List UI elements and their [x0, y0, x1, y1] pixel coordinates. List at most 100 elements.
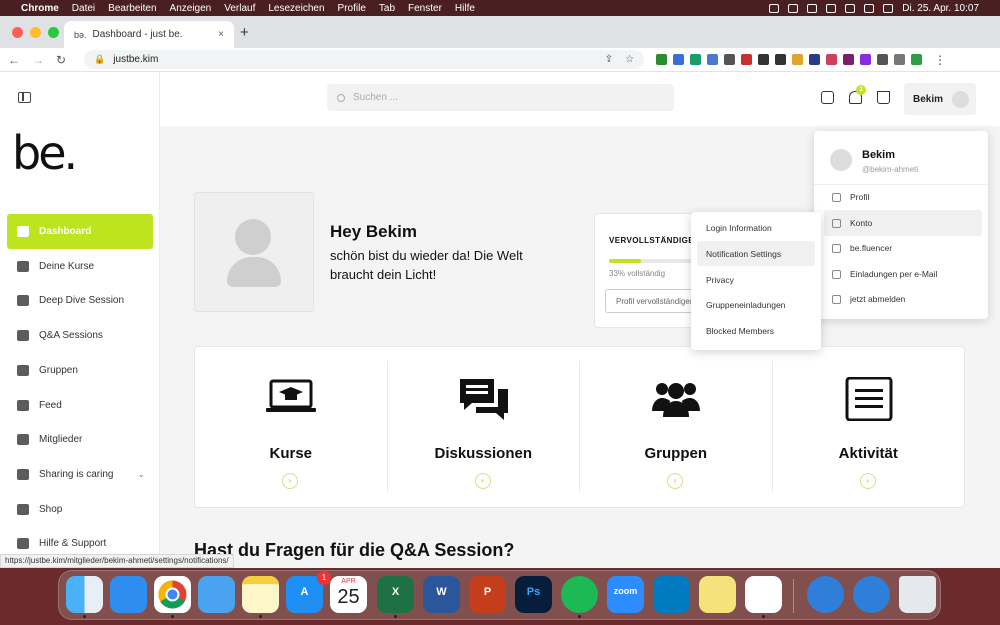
battery-icon[interactable] — [826, 3, 837, 13]
chrome-icon[interactable] — [154, 576, 191, 613]
reload-button[interactable]: ↻ — [56, 53, 66, 67]
globe-icon[interactable] — [853, 576, 890, 613]
feature-card-diskussionen[interactable]: Diskussionen › — [388, 361, 580, 493]
sidebar-item-kurse[interactable]: Deine Kurse — [7, 249, 153, 284]
menu-verlauf[interactable]: Verlauf — [224, 3, 255, 14]
submenu-privacy[interactable]: Privacy — [697, 267, 815, 292]
status-icon[interactable] — [788, 3, 799, 13]
trello-icon[interactable] — [653, 576, 690, 613]
address-bar[interactable]: 🔒 justbe.kim ⇪ ☆ — [84, 50, 645, 69]
sidebar-item-sharing[interactable]: Sharing is caring ⌄ — [7, 457, 153, 492]
word-icon[interactable]: W — [423, 576, 460, 613]
sidebar-toggle-icon[interactable] — [18, 92, 31, 103]
submenu-gruppeneinladungen[interactable]: Gruppeneinladungen — [697, 292, 815, 317]
menu-profile[interactable]: Profile — [338, 3, 366, 14]
arrow-right-icon[interactable]: › — [474, 473, 491, 489]
browser-tab[interactable]: bə. Dashboard - just be. × — [64, 21, 234, 48]
menu-item-befluencer[interactable]: be.fluencer — [824, 235, 982, 261]
chevron-down-icon[interactable]: ⌄ — [137, 469, 145, 480]
sidebar-item-gruppen[interactable]: Gruppen — [7, 353, 153, 388]
menu-tab[interactable]: Tab — [379, 3, 395, 14]
menu-bearbeiten[interactable]: Bearbeiten — [108, 3, 156, 14]
spotify-icon[interactable] — [561, 576, 598, 613]
extension-icon[interactable] — [843, 54, 855, 65]
feature-card-kurse[interactable]: Kurse › — [195, 361, 388, 493]
bookmark-star-icon[interactable]: ☆ — [625, 54, 634, 65]
control-center-icon[interactable] — [883, 3, 894, 13]
feature-card-gruppen[interactable]: Gruppen › — [580, 361, 773, 493]
menu-datei[interactable]: Datei — [72, 3, 95, 14]
menu-item-profil[interactable]: Profil — [824, 184, 982, 210]
extension-icon[interactable] — [758, 54, 770, 65]
search-input[interactable]: Suchen ... — [327, 84, 674, 111]
inbox-icon[interactable] — [821, 91, 834, 104]
excel-icon[interactable]: X — [377, 576, 414, 613]
finder-icon[interactable] — [66, 576, 103, 613]
safari-icon[interactable] — [110, 576, 147, 613]
maximize-window-icon[interactable] — [48, 27, 59, 38]
arrow-right-icon[interactable]: › — [859, 473, 876, 489]
logo[interactable]: be. — [12, 130, 78, 176]
sidebar-item-mitglieder[interactable]: Mitglieder — [7, 422, 153, 457]
wifi-icon[interactable] — [845, 3, 856, 13]
shield-icon[interactable] — [911, 54, 923, 65]
close-window-icon[interactable] — [12, 27, 23, 38]
extension-icon[interactable] — [690, 54, 702, 65]
browser-menu-icon[interactable]: ⋮ — [934, 53, 946, 67]
menu-item-einladungen[interactable]: Einladungen per e-Mail — [824, 261, 982, 287]
sidebar-item-qa[interactable]: Q&A Sessions — [7, 318, 153, 353]
slack-icon[interactable] — [745, 576, 782, 613]
submenu-blocked-members[interactable]: Blocked Members — [697, 318, 815, 343]
sidebar-panel-icon[interactable] — [894, 54, 906, 65]
extension-icon[interactable] — [792, 54, 804, 65]
menu-item-konto[interactable]: Konto — [824, 210, 982, 236]
feature-card-aktivitaet[interactable]: Aktivität › — [773, 361, 965, 493]
status-icon[interactable] — [807, 3, 818, 13]
back-button[interactable]: ← — [8, 53, 20, 67]
search-icon[interactable] — [864, 3, 875, 13]
puzzle-icon[interactable] — [877, 54, 889, 65]
menu-lesezeichen[interactable]: Lesezeichen — [268, 3, 324, 14]
new-tab-button[interactable]: + — [240, 24, 249, 41]
arrow-right-icon[interactable]: › — [667, 473, 683, 489]
stickies-icon[interactable] — [699, 576, 736, 613]
mail-icon[interactable] — [198, 576, 235, 613]
menu-anzeigen[interactable]: Anzeigen — [170, 3, 212, 14]
forward-button[interactable]: → — [32, 53, 44, 67]
share-icon[interactable]: ⇪ — [605, 54, 613, 65]
menu-fenster[interactable]: Fenster — [408, 3, 442, 14]
extension-icon[interactable] — [673, 54, 685, 65]
menu-hilfe[interactable]: Hilfe — [455, 3, 475, 14]
extension-icon[interactable] — [724, 54, 736, 65]
extension-icon[interactable] — [775, 54, 787, 65]
sidebar-item-deep-dive[interactable]: Deep Dive Session — [7, 283, 153, 318]
profile-avatar[interactable] — [194, 192, 314, 312]
extension-icon[interactable] — [860, 54, 872, 65]
menu-item-abmelden[interactable]: jetzt abmelden — [824, 286, 982, 312]
menubar-clock[interactable]: Di. 25. Apr. 10:07 — [902, 3, 979, 14]
zoom-icon[interactable]: zoom — [607, 576, 644, 613]
calendar-icon[interactable]: APR 25 — [330, 576, 367, 613]
cart-icon[interactable] — [877, 91, 890, 104]
notes-icon[interactable] — [242, 576, 279, 613]
status-icon[interactable] — [769, 3, 780, 13]
extension-icon[interactable] — [809, 54, 821, 65]
close-tab-icon[interactable]: × — [218, 29, 224, 40]
submenu-login-information[interactable]: Login Information — [697, 215, 815, 240]
extension-icon[interactable] — [826, 54, 838, 65]
extension-icon[interactable] — [707, 54, 719, 65]
photoshop-icon[interactable]: Ps — [515, 576, 552, 613]
globe-icon[interactable] — [807, 576, 844, 613]
app-menu[interactable]: Chrome — [21, 3, 59, 14]
submenu-notification-settings[interactable]: Notification Settings — [697, 241, 815, 266]
trash-icon[interactable] — [899, 576, 936, 613]
extension-icon[interactable] — [656, 54, 668, 65]
minimize-window-icon[interactable] — [30, 27, 41, 38]
powerpoint-icon[interactable]: P — [469, 576, 506, 613]
user-menu-button[interactable]: Bekim — [904, 83, 976, 115]
sidebar-item-dashboard[interactable]: Dashboard — [7, 214, 153, 249]
sidebar-item-feed[interactable]: Feed — [7, 388, 153, 423]
arrow-right-icon[interactable]: › — [282, 473, 298, 489]
extension-icon[interactable] — [741, 54, 753, 65]
sidebar-item-shop[interactable]: Shop — [7, 492, 153, 527]
